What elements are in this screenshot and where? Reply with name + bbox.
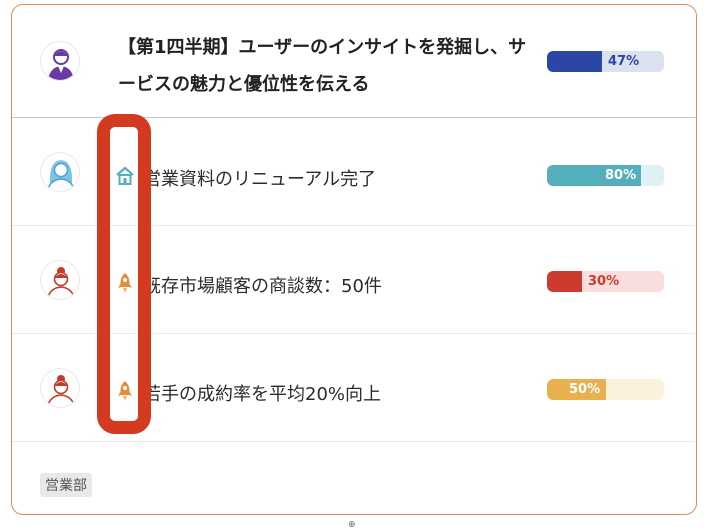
person-avatar[interactable] — [40, 41, 80, 81]
progress-label: 47% — [608, 54, 640, 69]
progress-fill — [547, 51, 602, 72]
person-avatar-icon — [46, 375, 76, 407]
department-tag[interactable]: 営業部 — [40, 473, 92, 497]
objective-title[interactable]: 【第1四半期】ユーザーのインサイトを発掘し、サービスの魅力と優位性を伝える — [118, 29, 528, 103]
scroll-indicator-icon: ⊕ — [348, 520, 356, 530]
progress-bar: 30% — [547, 271, 664, 292]
progress-label: 80% — [605, 168, 637, 183]
person-avatar[interactable] — [40, 368, 80, 408]
person-avatar-icon — [48, 49, 74, 80]
progress-fill — [547, 271, 583, 292]
person-avatar-icon — [46, 267, 76, 299]
progress-bar: 80% — [547, 165, 664, 186]
key-result-title[interactable]: 営業資料のリニューアル完了 — [143, 165, 376, 191]
person-avatar[interactable] — [40, 260, 80, 300]
annotation-highlight — [97, 114, 151, 434]
progress-label: 50% — [569, 382, 601, 397]
person-avatar-icon — [46, 160, 76, 191]
key-result-title[interactable]: 若手の成約率を平均20%向上 — [143, 380, 381, 406]
objective-row[interactable]: 【第1四半期】ユーザーのインサイトを発掘し、サービスの魅力と優位性を伝える 47… — [12, 5, 696, 118]
progress-bar: 50% — [547, 379, 664, 400]
person-avatar[interactable] — [40, 152, 80, 192]
key-result-title[interactable]: 既存市場顧客の商談数：50件 — [143, 272, 382, 298]
progress-bar: 47% — [547, 51, 664, 72]
progress-label: 30% — [588, 274, 620, 289]
